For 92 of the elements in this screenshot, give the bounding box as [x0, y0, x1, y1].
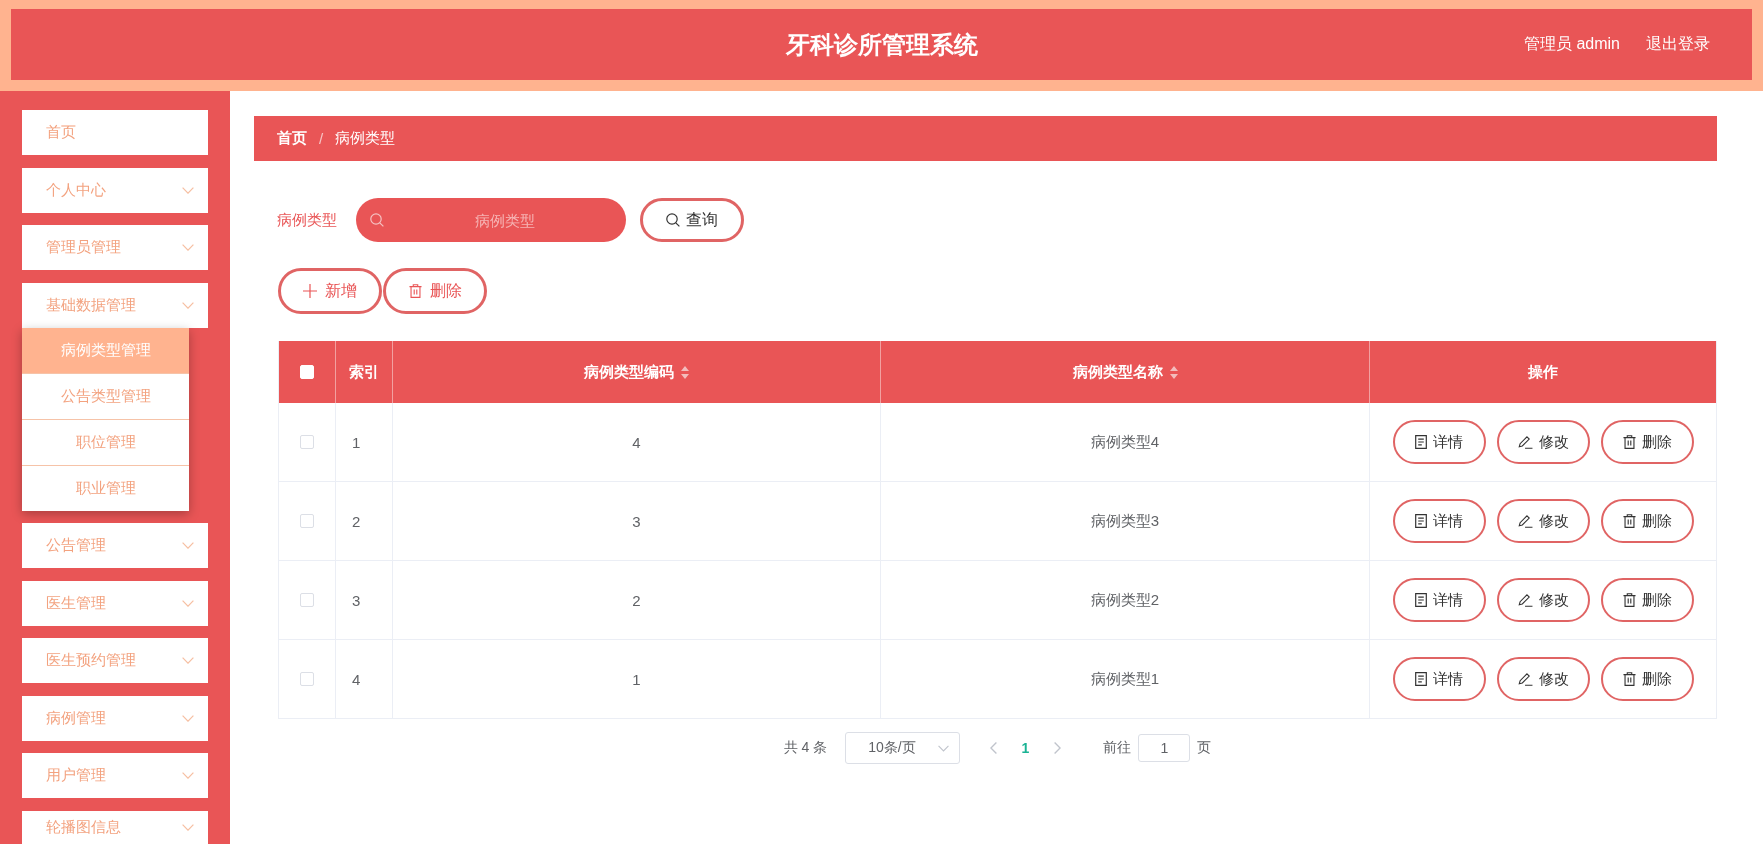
menu-item[interactable]: 公告管理 [22, 523, 208, 568]
delete-button[interactable]: 删除 [1600, 657, 1694, 701]
table-cell: 病例类型3 [1090, 511, 1160, 531]
table-cell: 病例类型4 [1090, 432, 1160, 452]
document-icon [1415, 435, 1427, 449]
row-checkbox[interactable] [300, 435, 314, 449]
detail-button[interactable]: 详情 [1392, 420, 1486, 464]
menu-item[interactable]: 基础数据管理 [22, 282, 208, 328]
column-header[interactable]: 病例类型名称 [1072, 362, 1178, 382]
delete-button[interactable]: 删除 [1600, 499, 1694, 543]
menu-item[interactable]: 轮播图信息 [22, 810, 208, 844]
goto-label: 前往 [1103, 739, 1132, 757]
table-cell: 病例类型1 [1090, 669, 1160, 689]
document-icon [1415, 593, 1427, 607]
user-label: 管理员 admin [1523, 34, 1620, 54]
column-header: 索引 [349, 362, 379, 382]
select-all-checkbox[interactable] [300, 365, 314, 379]
search-icon [666, 213, 680, 227]
chevron-down-icon [182, 599, 194, 607]
logout-link[interactable]: 退出登录 [1646, 34, 1710, 55]
page-suffix: 页 [1197, 739, 1212, 757]
search-label: 病例类型 [277, 210, 337, 230]
detail-button[interactable]: 详情 [1392, 578, 1486, 622]
chevron-down-icon [182, 301, 194, 309]
menu-item[interactable]: 医生管理 [22, 580, 208, 626]
menu-item[interactable]: 个人中心 [22, 167, 208, 213]
delete-button[interactable]: 删除 [383, 268, 487, 314]
edit-button[interactable]: 修改 [1496, 499, 1590, 543]
detail-button[interactable]: 详情 [1392, 657, 1486, 701]
trash-icon [1622, 672, 1636, 686]
plus-icon [303, 284, 317, 298]
sort-icon[interactable] [1169, 365, 1178, 379]
chevron-down-icon [182, 823, 194, 831]
row-checkbox[interactable] [300, 514, 314, 528]
table-cell: 病例类型2 [1090, 590, 1160, 610]
menu-item[interactable]: 用户管理 [22, 753, 208, 798]
trash-icon [1622, 514, 1636, 528]
row-checkbox[interactable] [300, 672, 314, 686]
table-cell: 1 [632, 670, 641, 688]
chevron-down-icon [182, 714, 194, 722]
chevron-down-icon [182, 186, 194, 194]
breadcrumb-current: 病例类型 [335, 129, 396, 148]
table-cell: 4 [632, 433, 641, 451]
chevron-left-icon [989, 742, 997, 754]
menu-item[interactable]: 管理员管理 [22, 225, 208, 270]
document-icon [1415, 514, 1427, 528]
total-count: 共 4 条 [783, 739, 828, 757]
trash-icon [408, 284, 422, 298]
chevron-down-icon [182, 244, 194, 251]
chevron-right-icon [1053, 742, 1061, 754]
table-cell: 2 [632, 591, 641, 609]
edit-button[interactable]: 修改 [1496, 657, 1590, 701]
table-cell: 2 [352, 512, 361, 530]
detail-button[interactable]: 详情 [1392, 499, 1486, 543]
table-cell: 3 [352, 591, 361, 609]
pencil-icon [1517, 514, 1533, 528]
pencil-icon [1517, 672, 1533, 686]
chevron-down-icon [182, 542, 194, 549]
table-cell: 3 [632, 512, 641, 530]
trash-icon [1622, 593, 1636, 607]
query-button[interactable]: 查询 [640, 198, 744, 242]
search-icon [370, 213, 384, 227]
menu-item[interactable]: 首页 [22, 110, 208, 155]
chevron-down-icon [938, 744, 950, 752]
table-cell: 1 [352, 433, 361, 451]
pencil-icon [1517, 593, 1533, 607]
submenu-item[interactable]: 职位管理 [22, 418, 189, 465]
column-header[interactable]: 病例类型编码 [584, 362, 689, 382]
page-size-select[interactable]: 10条/页 [845, 732, 961, 764]
menu-item[interactable]: 病例管理 [22, 695, 208, 741]
pencil-icon [1517, 435, 1533, 449]
submenu-item[interactable]: 公告类型管理 [22, 372, 189, 419]
chevron-down-icon [182, 772, 194, 779]
row-checkbox[interactable] [300, 593, 314, 607]
breadcrumb-link[interactable]: 首页 [277, 129, 307, 148]
app-title: 牙科诊所管理系统 [785, 29, 978, 60]
delete-button[interactable]: 删除 [1600, 420, 1694, 464]
table-cell: 4 [352, 670, 361, 688]
delete-button[interactable]: 删除 [1600, 578, 1694, 622]
column-header: 操作 [1528, 362, 1558, 382]
menu-item[interactable]: 医生预约管理 [22, 638, 208, 683]
add-button[interactable]: 新增 [278, 268, 382, 314]
search-field[interactable]: 病例类型 [356, 198, 626, 242]
trash-icon [1622, 435, 1636, 449]
breadcrumb-separator: / [319, 130, 324, 147]
page-input[interactable]: 1 [1138, 734, 1191, 762]
document-icon [1415, 672, 1427, 686]
submenu-item[interactable]: 职业管理 [22, 464, 189, 511]
chevron-down-icon [182, 657, 194, 664]
edit-button[interactable]: 修改 [1496, 420, 1590, 464]
edit-button[interactable]: 修改 [1496, 578, 1590, 622]
sort-icon[interactable] [681, 365, 689, 379]
